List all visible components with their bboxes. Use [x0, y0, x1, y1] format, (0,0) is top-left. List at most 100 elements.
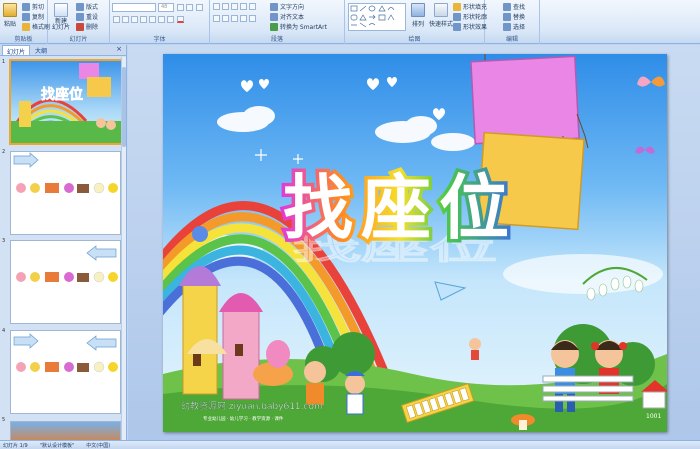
align-text-icon	[270, 12, 278, 21]
select-label: 选择	[513, 24, 526, 31]
tab-outline[interactable]: 大纲	[31, 45, 51, 55]
change-case-icon[interactable]	[167, 16, 174, 23]
scroll-thumb[interactable]	[122, 67, 126, 147]
format-painter-button[interactable]: 格式刷	[22, 22, 50, 31]
reset-icon	[76, 12, 84, 21]
grow-font-icon[interactable]	[177, 4, 184, 11]
language-indicator[interactable]: 中文(中国)	[86, 442, 110, 449]
arrange-icon	[411, 3, 425, 17]
shrink-font-icon[interactable]	[186, 4, 193, 11]
bullets-icon[interactable]	[213, 3, 220, 10]
shape-fill-button[interactable]: 形状填充	[453, 2, 487, 11]
delete-icon	[76, 22, 84, 31]
shadow-icon[interactable]	[140, 16, 147, 23]
replace-label: 替换	[513, 14, 526, 21]
layout-button[interactable]: 版式	[76, 2, 98, 11]
slide-thumbnail-4[interactable]	[10, 330, 121, 414]
shape-effects-button[interactable]: 形状效果	[453, 22, 487, 31]
slide-editor: 找座位 找座位 1001 幼教资源网 ziyuan.baby611.com 专业…	[128, 45, 700, 440]
slide-thumbnail-1[interactable]: 找座位	[9, 59, 123, 145]
slide-title[interactable]: 找座位	[280, 164, 517, 253]
columns-icon[interactable]	[249, 15, 256, 22]
align-center-icon[interactable]	[222, 15, 229, 22]
underline-icon[interactable]	[131, 16, 138, 23]
slide-number: 4	[2, 328, 6, 334]
paste-button[interactable]: 粘贴	[3, 3, 17, 28]
align-text-button[interactable]: 对齐文本	[270, 12, 304, 21]
reset-label: 重设	[86, 14, 99, 21]
find-button[interactable]: 查找	[503, 2, 525, 11]
slides-pane: 幻灯片 大纲 × 1 找座位 2 3 4 5	[0, 45, 127, 441]
copy-label: 复制	[32, 14, 45, 21]
increase-indent-icon[interactable]	[240, 3, 247, 10]
bold-icon[interactable]	[113, 16, 120, 23]
pencil-icon	[453, 12, 461, 21]
find-label: 查找	[513, 4, 526, 11]
thumbnail-1-art: 找座位	[11, 63, 121, 143]
cut-label: 剪切	[32, 4, 45, 11]
slide-thumbnail-3[interactable]	[10, 240, 121, 324]
new-slide-button[interactable]: 新建 幻灯片	[52, 3, 70, 31]
slides-pane-scrollbar[interactable]	[121, 57, 126, 440]
slide-thumbnail-2[interactable]	[10, 151, 121, 235]
align-right-icon[interactable]	[231, 15, 238, 22]
brush-icon	[22, 22, 30, 31]
shape-fill-label: 形状填充	[463, 4, 488, 11]
clipboard-group-label: 剪贴板	[14, 36, 33, 43]
slide-number: 1	[2, 59, 6, 65]
replace-button[interactable]: 替换	[503, 12, 525, 21]
arrange-button[interactable]: 排列	[411, 3, 425, 28]
delete-slide-button[interactable]: 删除	[76, 22, 98, 31]
clear-format-icon[interactable]	[196, 4, 203, 11]
current-slide[interactable]: 找座位 找座位 1001 幼教资源网 ziyuan.baby611.com 专业…	[163, 54, 667, 432]
text-direction-button[interactable]: 文字方向	[270, 2, 304, 11]
slide-artwork: 找座位 找座位 1001 幼教资源网 ziyuan.baby611.com 专业…	[163, 54, 667, 432]
delete-label: 删除	[86, 24, 99, 31]
thumbnail-4-art	[13, 333, 118, 373]
tab-slides[interactable]: 幻灯片	[2, 45, 31, 56]
status-bar: 幻灯片 1/9 "默认设计模板" 中文(中国)	[0, 440, 700, 449]
numbering-icon[interactable]	[222, 3, 229, 10]
italic-icon[interactable]	[122, 16, 129, 23]
reset-button[interactable]: 重设	[76, 12, 98, 21]
font-name-input[interactable]	[112, 3, 156, 12]
binoculars-icon	[503, 2, 511, 11]
editing-group-label: 编辑	[505, 36, 518, 43]
paste-label: 粘贴	[3, 21, 16, 28]
replace-icon	[503, 12, 511, 21]
line-spacing-icon[interactable]	[249, 3, 256, 10]
font-group-label: 字体	[153, 36, 166, 43]
align-left-icon[interactable]	[213, 15, 220, 22]
close-pane-icon[interactable]: ×	[116, 45, 122, 55]
thumbnail-3-art	[16, 245, 118, 283]
shape-outline-button[interactable]: 形状轮廓	[453, 12, 487, 21]
font-color-icon[interactable]	[177, 16, 184, 23]
quick-styles-button[interactable]: 快速样式	[429, 3, 453, 28]
text-direction-icon	[270, 2, 278, 11]
house-sign-number: 1001	[646, 413, 661, 420]
copy-button[interactable]: 复制	[22, 12, 44, 21]
smartart-button[interactable]: 转换为 SmartArt	[270, 22, 327, 31]
slide-number: 3	[2, 238, 6, 244]
decrease-indent-icon[interactable]	[231, 3, 238, 10]
justify-icon[interactable]	[240, 15, 247, 22]
strikethrough-icon[interactable]	[149, 16, 156, 23]
watermark-sub: 专业幼儿园 · 幼儿学习 · 教学资源 · 课件	[203, 415, 284, 422]
select-button[interactable]: 选择	[503, 22, 525, 31]
select-icon	[503, 22, 511, 31]
paste-icon	[3, 3, 17, 17]
slide-thumbnail-5[interactable]	[10, 421, 121, 441]
cut-button[interactable]: 剪切	[22, 2, 44, 11]
thumbnail-2-art	[13, 152, 118, 194]
new-slide-icon	[54, 3, 68, 17]
scissors-icon	[22, 2, 30, 11]
font-size-input[interactable]: 48	[158, 3, 174, 12]
paragraph-group: 文字方向 对齐文本 转换为 SmartArt 段落	[210, 0, 345, 44]
slides-group-label: 幻灯片	[69, 36, 88, 43]
new-slide-label: 新建 幻灯片	[52, 18, 71, 31]
slide-counter: 幻灯片 1/9	[3, 442, 28, 449]
smartart-label: 转换为 SmartArt	[280, 24, 327, 31]
char-spacing-icon[interactable]	[158, 16, 165, 23]
layout-label: 版式	[86, 4, 99, 11]
shapes-gallery[interactable]	[348, 3, 406, 31]
